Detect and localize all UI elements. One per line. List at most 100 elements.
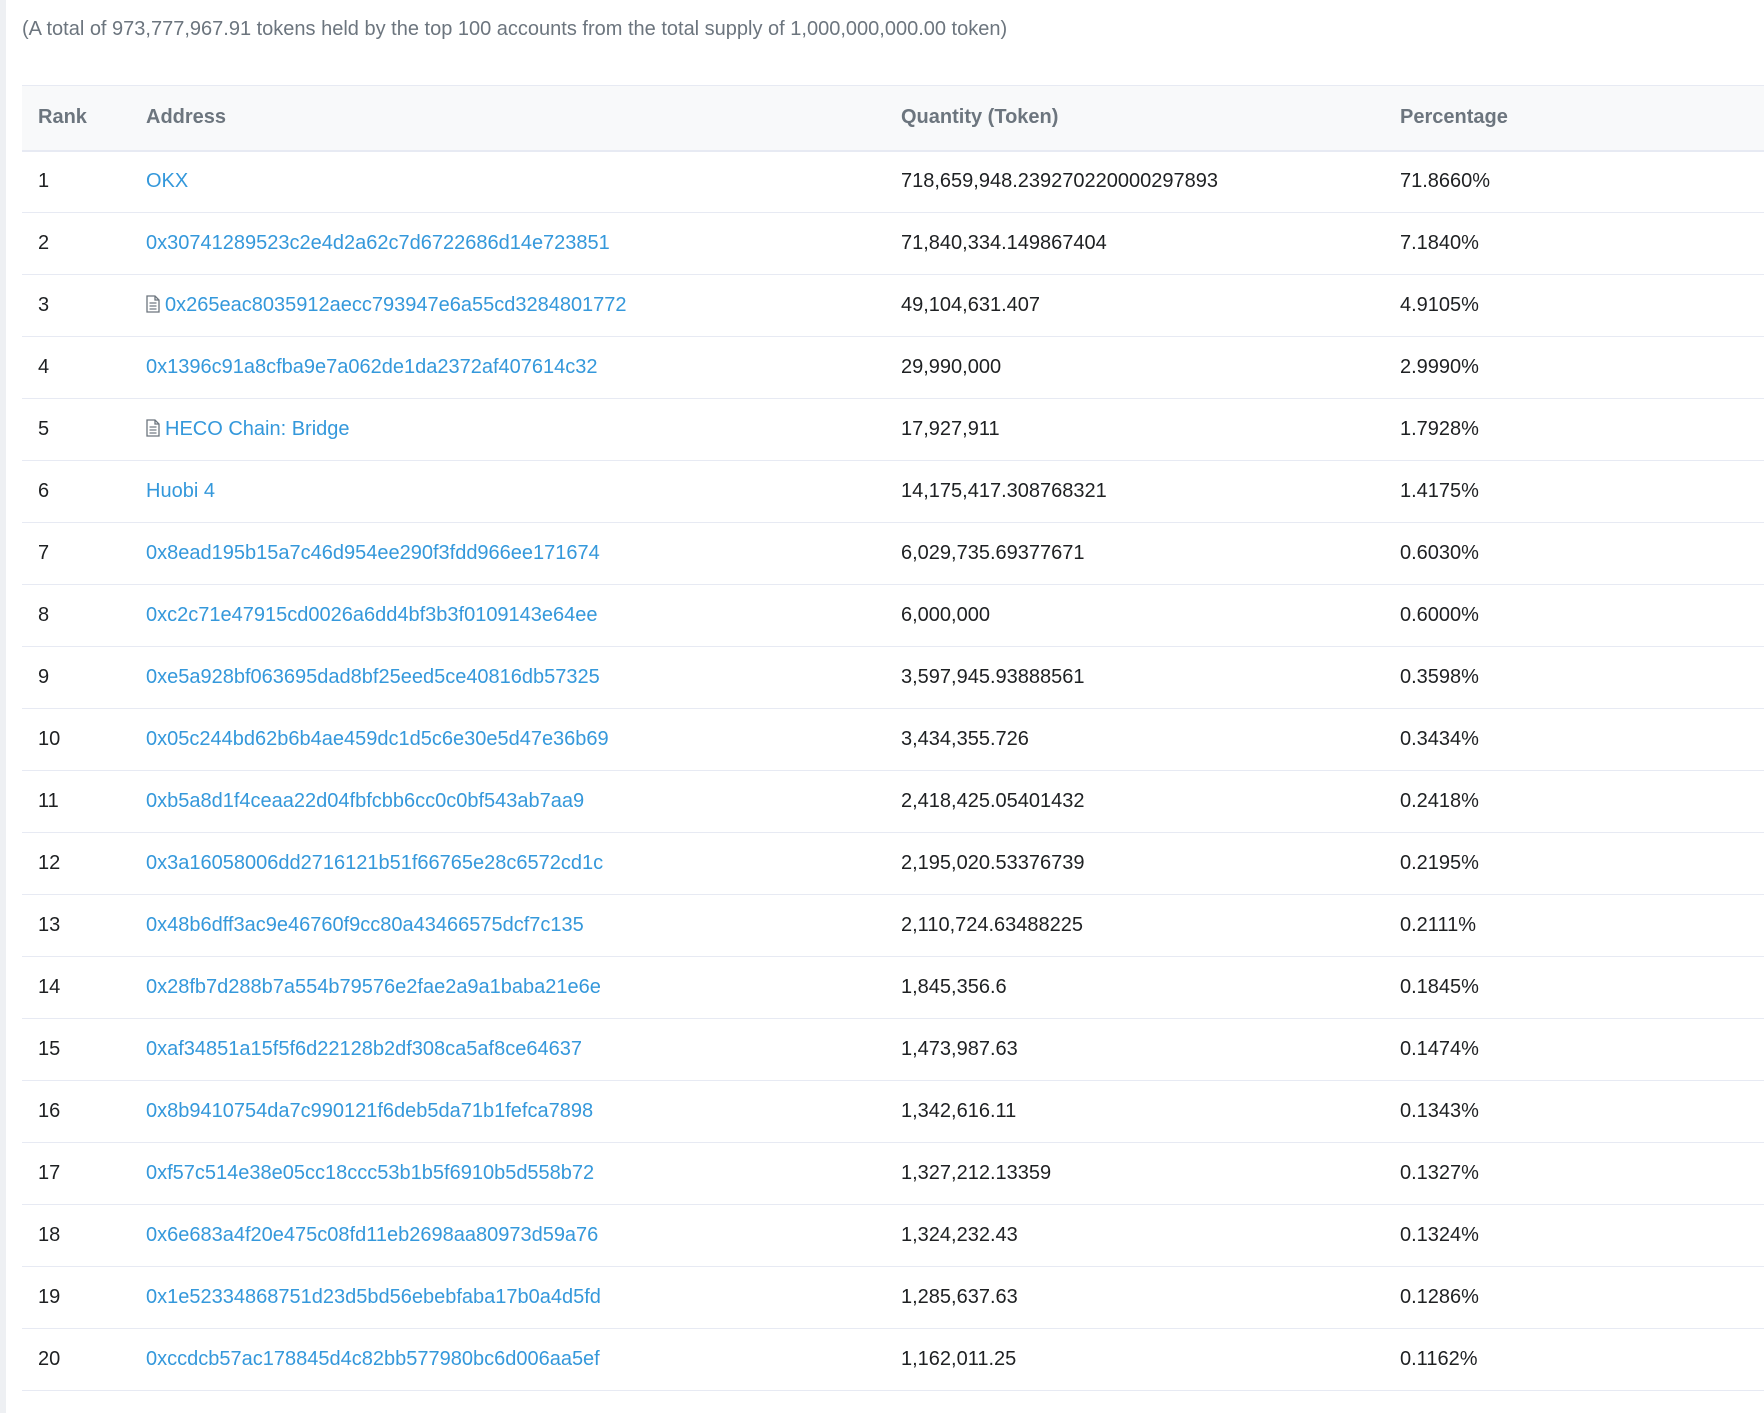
quantity-cell: 6,029,735.69377671 <box>901 542 1085 564</box>
rank-cell: 4 <box>38 356 50 378</box>
address-cell: HECO Chain: Bridge <box>138 399 885 461</box>
percentage-cell: 0.1324% <box>1400 1224 1479 1246</box>
quantity-cell: 2,195,020.53376739 <box>901 852 1085 874</box>
rank-cell: 16 <box>38 1100 61 1122</box>
address-cell: 0x30741289523c2e4d2a62c7d6722686d14e7238… <box>138 213 885 275</box>
quantity-cell: 71,840,334.149867404 <box>901 232 1107 254</box>
percentage-cell: 7.1840% <box>1400 232 1479 254</box>
quantity-cell: 1,327,212.13359 <box>901 1162 1052 1184</box>
table-row: 5 HECO Chain: Bridge 17,927,911 1.7928% <box>22 399 1764 461</box>
table-row: 2 0x30741289523c2e4d2a62c7d6722686d14e72… <box>22 213 1764 275</box>
address-link[interactable]: 0xf57c514e38e05cc18ccc53b1b5f6910b5d558b… <box>146 1162 594 1184</box>
address-cell: 0x3a16058006dd2716121b51f66765e28c6572cd… <box>138 833 885 895</box>
quantity-cell: 1,162,011.25 <box>901 1348 1017 1370</box>
address-cell: 0xf57c514e38e05cc18ccc53b1b5f6910b5d558b… <box>138 1143 885 1205</box>
address-link[interactable]: 0x8ead195b15a7c46d954ee290f3fdd966ee1716… <box>146 542 600 564</box>
percentage-cell: 4.9105% <box>1400 294 1479 316</box>
rank-cell: 15 <box>38 1038 61 1060</box>
address-link[interactable]: HECO Chain: Bridge <box>165 418 350 440</box>
table-body: 1 OKX 718,659,948.239270220000297893 71.… <box>22 151 1764 1391</box>
address-link[interactable]: 0x6e683a4f20e475c08fd11eb2698aa80973d59a… <box>146 1224 598 1246</box>
address-cell: 0x1e52334868751d23d5bd56ebebfaba17b0a4d5… <box>138 1267 885 1329</box>
address-cell: 0xc2c71e47915cd0026a6dd4bf3b3f0109143e64… <box>138 585 885 647</box>
quantity-cell: 2,110,724.63488225 <box>901 914 1084 936</box>
holders-summary: (A total of 973,777,967.91 tokens held b… <box>22 18 1008 40</box>
file-text-icon <box>146 295 160 313</box>
rank-cell: 5 <box>38 418 50 440</box>
rank-cell: 18 <box>38 1224 61 1246</box>
column-header-rank: Rank <box>38 106 87 129</box>
address-link[interactable]: 0xc2c71e47915cd0026a6dd4bf3b3f0109143e64… <box>146 604 598 626</box>
address-link[interactable]: 0x1396c91a8cfba9e7a062de1da2372af407614c… <box>146 356 598 378</box>
address-link[interactable]: 0x28fb7d288b7a554b79576e2fae2a9a1baba21e… <box>146 976 601 998</box>
quantity-cell: 2,418,425.05401432 <box>901 790 1085 812</box>
quantity-cell: 6,000,000 <box>901 604 990 626</box>
table-row: 20 0xccdcb57ac178845d4c82bb577980bc6d006… <box>22 1329 1764 1391</box>
rank-cell: 11 <box>38 790 59 812</box>
table-row: 16 0x8b9410754da7c990121f6deb5da71b1fefc… <box>22 1081 1764 1143</box>
rank-cell: 2 <box>38 232 50 254</box>
percentage-cell: 0.6000% <box>1400 604 1479 626</box>
address-link[interactable]: 0xaf34851a15f5f6d22128b2df308ca5af8ce646… <box>146 1038 582 1060</box>
quantity-cell: 29,990,000 <box>901 356 1002 378</box>
table-row: 9 0xe5a928bf063695dad8bf25eed5ce40816db5… <box>22 647 1764 709</box>
table-row: 4 0x1396c91a8cfba9e7a062de1da2372af40761… <box>22 337 1764 399</box>
quantity-cell: 17,927,911 <box>901 418 1000 440</box>
left-border <box>0 0 6 1413</box>
percentage-cell: 0.1845% <box>1400 976 1479 998</box>
table-row: 11 0xb5a8d1f4ceaa22d04fbfcbb6cc0c0bf543a… <box>22 771 1764 833</box>
quantity-cell: 1,285,637.63 <box>901 1286 1018 1308</box>
table-row: 6 Huobi 4 14,175,417.308768321 1.4175% <box>22 461 1764 523</box>
address-cell: 0x8b9410754da7c990121f6deb5da71b1fefca78… <box>138 1081 885 1143</box>
address-cell: 0xaf34851a15f5f6d22128b2df308ca5af8ce646… <box>138 1019 885 1081</box>
address-cell: 0x28fb7d288b7a554b79576e2fae2a9a1baba21e… <box>138 957 885 1019</box>
percentage-cell: 1.7928% <box>1400 418 1479 440</box>
table-row: 12 0x3a16058006dd2716121b51f66765e28c657… <box>22 833 1764 895</box>
quantity-cell: 3,434,355.726 <box>901 728 1029 750</box>
rank-cell: 6 <box>38 480 50 502</box>
address-cell: 0x1396c91a8cfba9e7a062de1da2372af407614c… <box>138 337 885 399</box>
table-header: Rank Address Quantity (Token) Percentage <box>22 85 1764 151</box>
address-cell: Huobi 4 <box>138 461 885 523</box>
table-row: 1 OKX 718,659,948.239270220000297893 71.… <box>22 151 1764 213</box>
address-cell: 0x8ead195b15a7c46d954ee290f3fdd966ee1716… <box>138 523 885 585</box>
percentage-cell: 0.1474% <box>1400 1038 1479 1060</box>
file-text-icon <box>146 419 160 437</box>
address-link[interactable]: 0xccdcb57ac178845d4c82bb577980bc6d006aa5… <box>146 1348 600 1370</box>
rank-cell: 20 <box>38 1348 61 1370</box>
table-row: 15 0xaf34851a15f5f6d22128b2df308ca5af8ce… <box>22 1019 1764 1081</box>
address-link[interactable]: 0xe5a928bf063695dad8bf25eed5ce40816db573… <box>146 666 600 688</box>
address-link[interactable]: 0x30741289523c2e4d2a62c7d6722686d14e7238… <box>146 232 610 254</box>
table-row: 19 0x1e52334868751d23d5bd56ebebfaba17b0a… <box>22 1267 1764 1329</box>
rank-cell: 8 <box>38 604 50 626</box>
table-row: 18 0x6e683a4f20e475c08fd11eb2698aa80973d… <box>22 1205 1764 1267</box>
percentage-cell: 1.4175% <box>1400 480 1479 502</box>
quantity-cell: 1,845,356.6 <box>901 976 1007 998</box>
address-cell: 0x48b6dff3ac9e46760f9cc80a43466575dcf7c1… <box>138 895 885 957</box>
address-link[interactable]: OKX <box>146 170 188 192</box>
address-link[interactable]: 0xb5a8d1f4ceaa22d04fbfcbb6cc0c0bf543ab7a… <box>146 790 584 812</box>
percentage-cell: 0.2111% <box>1400 914 1476 936</box>
table-row: 17 0xf57c514e38e05cc18ccc53b1b5f6910b5d5… <box>22 1143 1764 1205</box>
percentage-cell: 71.8660% <box>1400 170 1491 193</box>
address-link[interactable]: 0x05c244bd62b6b4ae459dc1d5c6e30e5d47e36b… <box>146 728 609 750</box>
address-cell: 0x6e683a4f20e475c08fd11eb2698aa80973d59a… <box>138 1205 885 1267</box>
address-link[interactable]: 0x1e52334868751d23d5bd56ebebfaba17b0a4d5… <box>146 1286 601 1308</box>
percentage-cell: 0.1343% <box>1400 1100 1479 1122</box>
address-link[interactable]: 0x8b9410754da7c990121f6deb5da71b1fefca78… <box>146 1100 593 1122</box>
address-link[interactable]: 0x48b6dff3ac9e46760f9cc80a43466575dcf7c1… <box>146 914 584 936</box>
address-link[interactable]: Huobi 4 <box>146 480 215 502</box>
column-header-quantity: Quantity (Token) <box>901 106 1059 129</box>
percentage-cell: 0.3434% <box>1400 728 1479 750</box>
table-row: 13 0x48b6dff3ac9e46760f9cc80a43466575dcf… <box>22 895 1764 957</box>
address-link[interactable]: 0x265eac8035912aecc793947e6a55cd32848017… <box>165 294 627 316</box>
token-holders-table: Rank Address Quantity (Token) Percentage… <box>22 85 1764 1391</box>
rank-cell: 3 <box>38 294 50 316</box>
quantity-cell: 718,659,948.239270220000297893 <box>901 170 1218 193</box>
address-link[interactable]: 0x3a16058006dd2716121b51f66765e28c6572cd… <box>146 852 603 874</box>
rank-cell: 12 <box>38 852 61 874</box>
address-cell: 0xb5a8d1f4ceaa22d04fbfcbb6cc0c0bf543ab7a… <box>138 771 885 833</box>
quantity-cell: 1,342,616.11 <box>901 1100 1017 1122</box>
rank-cell: 19 <box>38 1286 61 1308</box>
percentage-cell: 0.2418% <box>1400 790 1479 812</box>
